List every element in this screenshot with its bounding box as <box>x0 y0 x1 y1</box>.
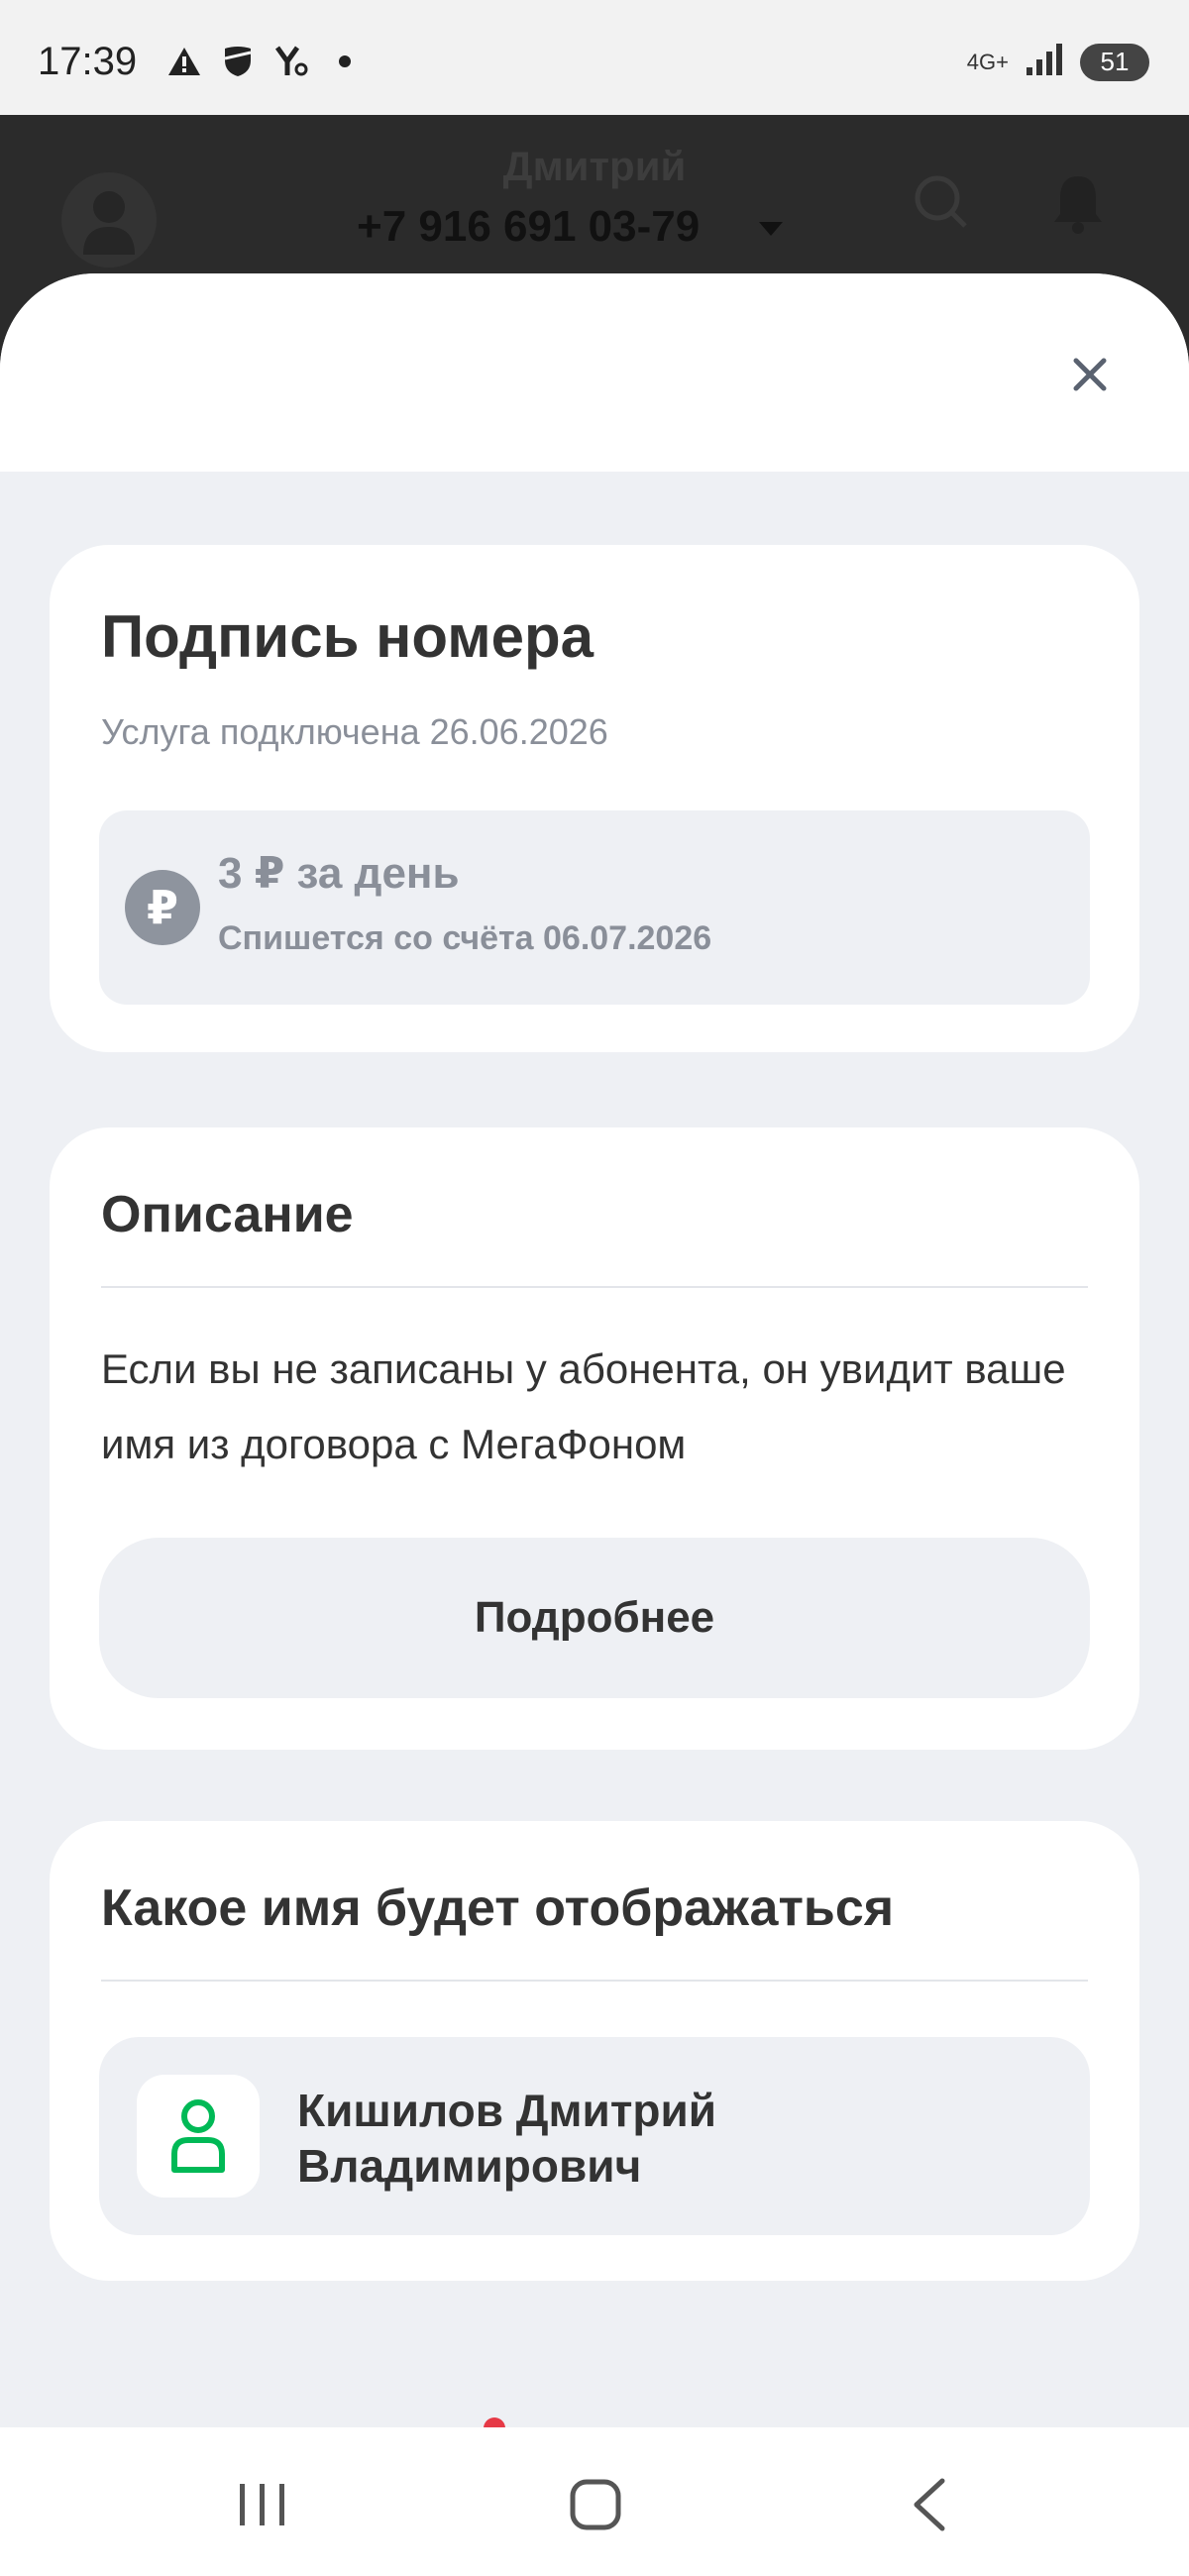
back-button[interactable] <box>884 2473 973 2536</box>
back-icon <box>914 2478 945 2531</box>
status-bar: 17:39 4G+ 51 <box>0 0 1189 115</box>
recents-icon <box>240 2484 284 2525</box>
yandex-icon <box>273 44 309 79</box>
account-name: Дмитрий <box>502 143 687 189</box>
home-button[interactable] <box>551 2473 640 2536</box>
display-name-line2: Владимирович <box>297 2140 642 2192</box>
shield-icon <box>220 44 256 79</box>
app-header: Дмитрий +7 916 691 03-79 <box>0 115 1189 363</box>
recent-apps-button[interactable] <box>218 2473 307 2536</box>
divider <box>101 1286 1088 1288</box>
network-type: 4G+ <box>966 49 1009 74</box>
status-time: 17:39 <box>38 40 138 83</box>
display-name-title: Какое имя будет отображаться <box>101 1879 895 1937</box>
status-right: 4G+ 51 <box>967 42 1149 82</box>
service-title: Подпись номера <box>101 603 594 670</box>
display-name-box: Кишилов Дмитрий Владимирович <box>99 2037 1090 2235</box>
search-icon[interactable] <box>912 172 971 232</box>
description-text: Если вы не записаны у абонента, он увиди… <box>101 1345 1066 1467</box>
warning-icon <box>166 44 202 79</box>
display-name-text: Кишилов Дмитрий Владимирович <box>297 2083 716 2194</box>
close-icon <box>1073 358 1107 391</box>
chevron-down-icon[interactable] <box>759 222 783 236</box>
battery-icon: 51 <box>1080 43 1149 81</box>
description-card: Описание Если вы не записаны у абонента,… <box>50 1127 1139 1750</box>
display-name-line1: Кишилов Дмитрий <box>297 2085 717 2136</box>
status-icons <box>166 44 363 79</box>
display-name-card: Какое имя будет отображаться Кишилов Дми… <box>50 1821 1139 2281</box>
divider <box>101 1980 1088 1982</box>
service-sheet: Подпись номера Услуга подключена 26.06.2… <box>0 273 1189 2427</box>
signal-icon <box>1025 42 1064 82</box>
service-info-card: Подпись номера Услуга подключена 26.06.2… <box>50 545 1139 1052</box>
service-status: Услуга подключена 26.06.2026 <box>101 711 608 752</box>
charge-date: Спишется со счёта 06.07.2026 <box>218 919 712 957</box>
person-icon <box>137 2075 260 2198</box>
description-title: Описание <box>101 1186 354 1243</box>
price-box: ₽ 3 ₽ за день Спишется со счёта 06.07.20… <box>99 810 1090 1005</box>
service-price: 3 ₽ за день <box>218 849 460 898</box>
dot-icon <box>327 44 363 79</box>
system-nav-bar <box>0 2427 1189 2576</box>
ruble-icon: ₽ <box>125 870 200 945</box>
sheet-header <box>0 273 1189 472</box>
battery-level: 51 <box>1100 47 1130 76</box>
home-icon <box>570 2479 621 2530</box>
account-phone[interactable]: +7 916 691 03-79 <box>357 202 700 252</box>
close-button[interactable] <box>1062 347 1118 402</box>
more-button[interactable]: Подробнее <box>99 1538 1090 1698</box>
bell-icon[interactable] <box>1050 170 1106 234</box>
